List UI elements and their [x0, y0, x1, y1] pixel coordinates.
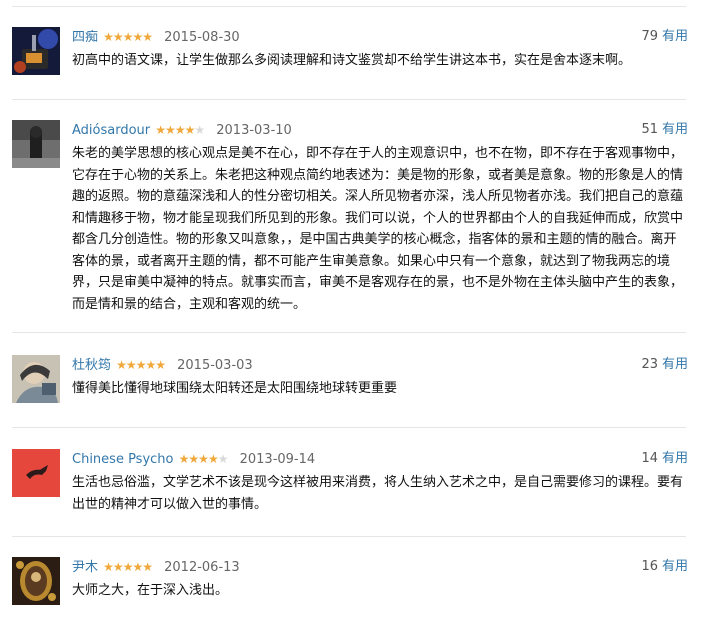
divider [12, 99, 686, 100]
vote-count: 16 [641, 559, 658, 574]
author-link[interactable]: 尹木 [72, 560, 98, 575]
avatar-image [12, 120, 60, 168]
avatar[interactable] [12, 449, 60, 497]
author-link[interactable]: 杜秋筠 [72, 358, 111, 373]
star-icon: ★ [125, 358, 137, 372]
useful-vote-link[interactable]: 有用 [662, 29, 688, 44]
star-icon: ★ [103, 560, 114, 574]
avatar[interactable] [12, 27, 60, 75]
star-icon: ★ [122, 30, 134, 44]
star-icon: ★ [135, 358, 147, 372]
divider [12, 332, 686, 333]
star-icon: ★ [132, 30, 143, 44]
vote-area: 16 有用 [641, 557, 688, 577]
vote-area: 51 有用 [641, 120, 688, 140]
star-icon: ★ [155, 358, 166, 372]
avatar[interactable] [12, 557, 60, 605]
vote-area: 23 有用 [641, 355, 688, 375]
comment-date: 2013-09-14 [239, 452, 316, 467]
star-icon: ★ [184, 123, 196, 137]
star-icon: ★ [217, 452, 229, 466]
vote-count: 23 [641, 357, 658, 372]
author-link[interactable]: Adiósardour [72, 123, 150, 138]
vote-area: 79 有用 [641, 27, 688, 47]
star-icon: ★ [174, 123, 186, 137]
star-icon: ★ [103, 30, 114, 44]
avatar-image [12, 449, 60, 497]
vote-count: 51 [641, 122, 658, 137]
star-icon: ★ [165, 123, 176, 137]
star-icon: ★ [112, 560, 124, 574]
comment-header: Adiósardour ★★★★★ 2013-03-10 51 有用 [72, 120, 688, 140]
rating-stars: ★★★★★ [178, 449, 229, 469]
star-icon: ★ [132, 560, 143, 574]
vote-area: 14 有用 [641, 449, 688, 469]
comment-text: 懂得美比懂得地球围绕太阳转还是太阳围绕地球转更重要 [72, 381, 398, 396]
star-icon: ★ [142, 30, 153, 44]
vote-count: 79 [641, 29, 658, 44]
useful-vote-link[interactable]: 有用 [662, 451, 688, 466]
comment-date: 2015-03-03 [177, 358, 253, 373]
avatar-image [12, 27, 60, 75]
rating-stars: ★★★★★ [103, 557, 153, 577]
divider [12, 536, 686, 537]
useful-vote-link[interactable]: 有用 [662, 122, 688, 137]
star-icon: ★ [198, 452, 209, 466]
star-icon: ★ [142, 560, 153, 574]
vote-count: 14 [641, 451, 658, 466]
rating-stars: ★★★★★ [155, 120, 205, 140]
star-icon: ★ [155, 123, 166, 137]
star-icon: ★ [145, 358, 156, 372]
star-icon: ★ [122, 560, 134, 574]
comment-content: 尹木 ★★★★★ 2012-06-13 16 有用 大师之大，在于深入浅出。 [72, 557, 688, 602]
useful-vote-link[interactable]: 有用 [662, 559, 688, 574]
useful-vote-link[interactable]: 有用 [662, 357, 688, 372]
comment-text: 大师之大，在于深入浅出。 [72, 583, 229, 598]
star-icon: ★ [116, 358, 127, 372]
comment-date: 2012-06-13 [164, 560, 240, 575]
rating-stars: ★★★★★ [116, 355, 166, 375]
star-icon: ★ [194, 123, 205, 137]
author-link[interactable]: 四痴 [72, 30, 98, 45]
comment-header: 四痴 ★★★★★ 2015-08-30 79 有用 [72, 27, 688, 47]
star-icon: ★ [178, 452, 190, 466]
star-icon: ★ [112, 30, 124, 44]
comment-text: 朱老的美学思想的核心观点是美不在心，即不存在于人的主观意识中，也不在物，即不存在… [72, 146, 684, 312]
comment-header: 杜秋筠 ★★★★★ 2015-03-03 23 有用 [72, 355, 688, 375]
author-link[interactable]: Chinese Psycho [72, 452, 174, 467]
comment-content: 四痴 ★★★★★ 2015-08-30 79 有用 初高中的语文课，让学生做那么多… [72, 27, 688, 72]
comment-content: Adiósardour ★★★★★ 2013-03-10 51 有用 朱老的美学思… [72, 120, 688, 315]
divider [12, 6, 686, 7]
comment-list: 四痴 ★★★★★ 2015-08-30 79 有用 初高中的语文课，让学生做那么多… [0, 0, 702, 625]
comment-date: 2013-03-10 [216, 123, 292, 138]
avatar-image [12, 557, 60, 605]
star-icon: ★ [188, 452, 199, 466]
comment-text: 初高中的语文课，让学生做那么多阅读理解和诗文鉴赏却不给学生讲这本书，实在是舍本逐… [72, 53, 632, 68]
avatar[interactable] [12, 120, 60, 168]
divider [12, 427, 686, 428]
comment-content: Chinese Psycho ★★★★★ 2013-09-14 14 有用 生活也… [72, 449, 688, 515]
comment-header: Chinese Psycho ★★★★★ 2013-09-14 14 有用 [72, 449, 688, 469]
avatar-image [12, 355, 60, 403]
avatar[interactable] [12, 355, 60, 403]
comment-date: 2015-08-30 [164, 30, 240, 45]
star-icon: ★ [207, 452, 219, 466]
comment-content: 杜秋筠 ★★★★★ 2015-03-03 23 有用 懂得美比懂得地球围绕太阳转还… [72, 355, 688, 400]
comment-text: 生活也忌俗滥，文学艺术不该是现今这样被用来消费，将人生纳入艺术之中，是自己需要修… [72, 475, 684, 512]
rating-stars: ★★★★★ [103, 27, 153, 47]
comment-header: 尹木 ★★★★★ 2012-06-13 16 有用 [72, 557, 688, 577]
